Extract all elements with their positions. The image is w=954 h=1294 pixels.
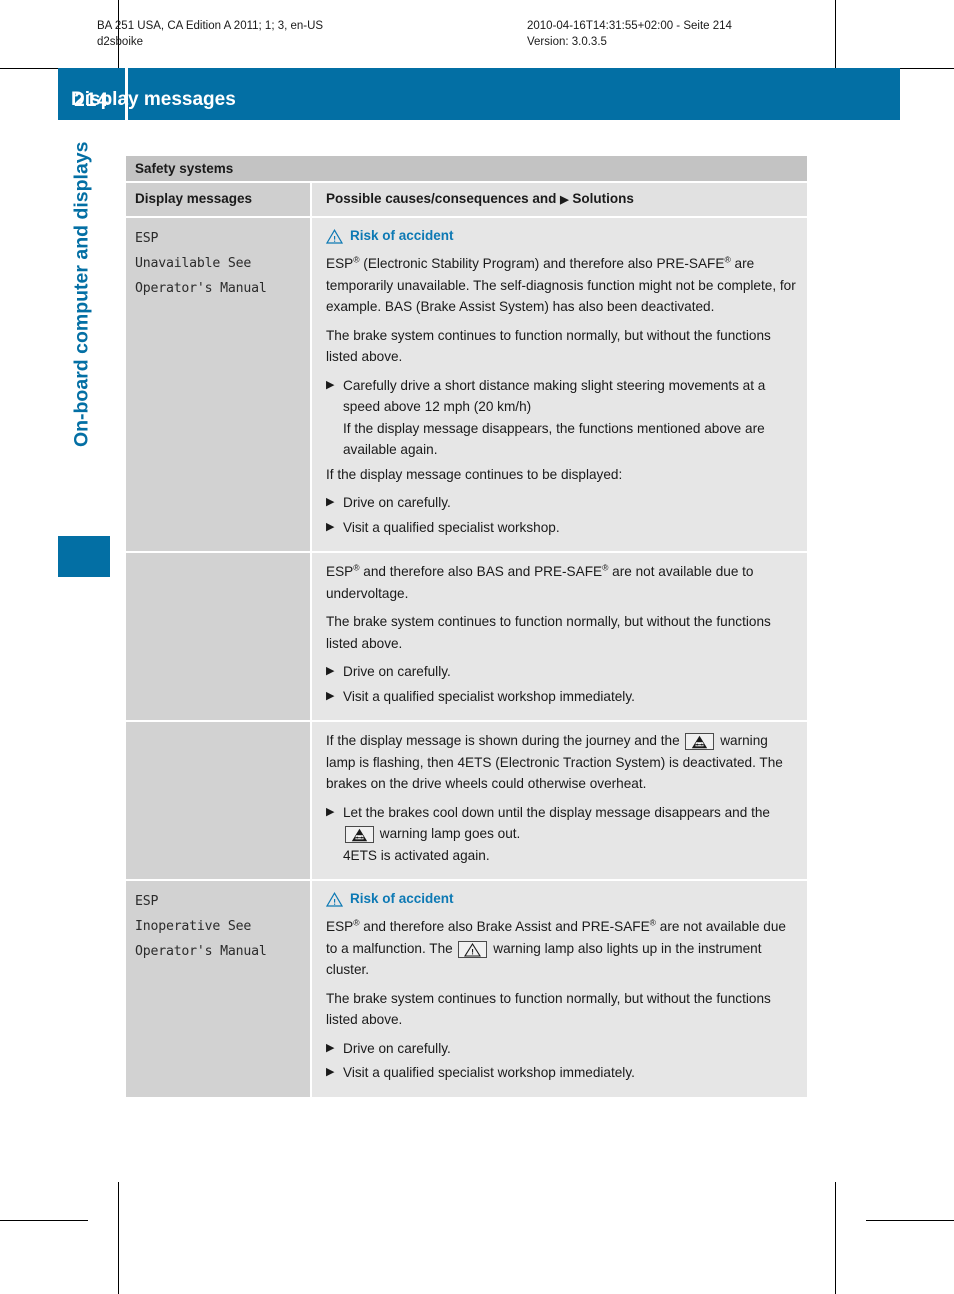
page-title-block xyxy=(128,68,900,120)
table-row: ESP Inoperative See Operator's Manual Ris… xyxy=(126,881,807,1097)
body-paragraph: If the display message continues to be d… xyxy=(326,466,623,482)
crop-mark-right-bottom xyxy=(835,1182,836,1294)
warning-lamp-triangle-icon xyxy=(458,940,488,958)
warning-notice-title: Risk of accident xyxy=(350,891,454,906)
page-header-bar: 214 Display messages xyxy=(58,68,900,120)
print-header-timestamp: 2010-04-16T14:31:55+02:00 - Seite 214 xyxy=(527,20,732,32)
solution-arrow-icon: ▶ xyxy=(560,194,569,206)
print-header-left: BA 251 USA, CA Edition A 2011; 1; 3, en-… xyxy=(97,18,527,50)
bullet-arrow-icon: ▶ xyxy=(326,805,335,818)
solution-bullet: ▶ Drive on carefully. xyxy=(326,661,797,683)
table-header-row: Display messages Possible causes/consequ… xyxy=(126,183,807,216)
warning-triangle-icon xyxy=(326,891,343,907)
column-header-prefix: Possible causes/consequences and xyxy=(326,191,557,206)
solution-bullet: ▶ Drive on carefully. xyxy=(326,492,797,514)
solution-bullet-text: Visit a qualified specialist workshop. xyxy=(343,519,560,535)
bullet-arrow-icon: ▶ xyxy=(326,1066,335,1078)
bullet-arrow-icon: ▶ xyxy=(326,496,335,508)
display-message-cell: ESP Unavailable See Operator's Manual xyxy=(126,218,310,551)
warning-notice-title: Risk of accident xyxy=(350,228,454,243)
body-paragraph: ESP® and therefore also Brake Assist and… xyxy=(326,917,786,977)
registered-trademark-mark: ® xyxy=(724,254,731,265)
bullet-arrow-icon: ▶ xyxy=(326,378,335,391)
registered-trademark-mark: ® xyxy=(353,917,360,928)
solution-bullet-text: Drive on carefully. xyxy=(343,495,451,510)
display-messages-table: Safety systems Display messages Possible… xyxy=(126,156,807,1099)
causes-solutions-cell: Risk of accident ESP® and therefore also … xyxy=(312,881,807,1097)
page-title: Display messages xyxy=(71,89,236,110)
body-paragraph: The brake system continues to function n… xyxy=(326,327,771,365)
solution-bullet: ▶ Visit a qualified specialist workshop i… xyxy=(326,1062,797,1084)
bullet-arrow-icon: ▶ xyxy=(326,1041,335,1054)
solution-bullet-text: Drive on carefully. xyxy=(343,1040,451,1056)
display-message-cell xyxy=(126,553,310,720)
solution-bullet-text: Drive on carefully. xyxy=(343,664,451,679)
display-message-text: ESP Unavailable See Operator's Manual xyxy=(135,231,267,296)
causes-solutions-cell: Risk of accident ESP® (Electronic Stabili… xyxy=(312,218,807,551)
causes-solutions-cell: ESP® and therefore also BAS and PRE-SAFE… xyxy=(312,553,807,720)
body-paragraph: ESP® (Electronic Stability Program) and … xyxy=(326,254,796,314)
chapter-tab-marker xyxy=(58,536,110,577)
solution-bullet: ▶ Drive on carefully. xyxy=(326,1038,797,1060)
display-message-cell xyxy=(126,722,310,879)
solution-bullet-subline: 4ETS is activated again. xyxy=(343,847,490,863)
table-row: ESP Unavailable See Operator's Manual Ris… xyxy=(126,218,807,551)
solution-bullet: ▶ Visit a qualified specialist workshop i… xyxy=(326,686,797,708)
bullet-arrow-icon: ▶ xyxy=(326,665,335,677)
crop-mark-bottom-right xyxy=(866,1220,954,1221)
table-section-title: Safety systems xyxy=(126,156,807,181)
solution-bullet: ▶ Carefully drive a short distance making… xyxy=(326,375,797,461)
crop-mark-left-bottom xyxy=(118,1182,119,1294)
causes-solutions-cell: If the display message is shown during t… xyxy=(312,722,807,879)
bullet-arrow-icon: ▶ xyxy=(326,520,335,533)
solution-bullet-text: Visit a qualified specialist workshop im… xyxy=(343,688,635,704)
warning-triangle-icon xyxy=(326,228,343,244)
registered-trademark-mark: ® xyxy=(353,254,360,265)
solution-bullet-text: Let the brakes cool down until the displ… xyxy=(343,802,797,867)
registered-trademark-mark: ® xyxy=(353,562,360,573)
table-row: If the display message is shown during t… xyxy=(126,722,807,879)
column-header-suffix: Solutions xyxy=(572,191,634,206)
solution-bullet-text: Visit a qualified specialist workshop im… xyxy=(343,1065,635,1080)
solution-bullet-subline: If the display message disappears, the f… xyxy=(343,420,765,458)
table-body: ESP Unavailable See Operator's Manual Ris… xyxy=(126,218,807,1097)
registered-trademark-mark: ® xyxy=(602,562,609,573)
column-header-display-messages: Display messages xyxy=(135,191,253,206)
table-header-cell-messages: Display messages xyxy=(126,183,310,216)
traction-control-lamp-icon xyxy=(345,826,374,843)
table-row: ESP® and therefore also BAS and PRE-SAFE… xyxy=(126,553,807,720)
print-header-version: Version: 3.0.3.5 xyxy=(527,36,607,48)
display-message-cell: ESP Inoperative See Operator's Manual xyxy=(126,881,310,1097)
body-paragraph: ESP® and therefore also BAS and PRE-SAFE… xyxy=(326,562,754,601)
warning-notice: Risk of accident xyxy=(326,889,797,909)
body-paragraph: The brake system continues to function n… xyxy=(326,614,771,651)
warning-notice: Risk of accident xyxy=(326,226,797,246)
registered-trademark-mark: ® xyxy=(649,917,656,928)
print-header-user-id: d2sboike xyxy=(97,36,144,48)
table-header-cell-solutions: Possible causes/consequences and ▶ Solut… xyxy=(312,183,807,216)
solution-bullet: ▶ Visit a qualified specialist workshop. xyxy=(326,517,797,539)
column-header-solutions: Possible causes/consequences and ▶ Solut… xyxy=(326,189,797,210)
bullet-arrow-icon: ▶ xyxy=(326,689,335,702)
print-header-right: 2010-04-16T14:31:55+02:00 - Seite 214 Ve… xyxy=(527,18,887,50)
solution-bullet-text: Carefully drive a short distance making … xyxy=(343,375,797,461)
display-message-text: ESP Inoperative See Operator's Manual xyxy=(135,894,267,959)
chapter-label: On-board computer and displays xyxy=(70,141,93,448)
body-paragraph: If the display message is shown during t… xyxy=(326,733,783,791)
body-paragraph: The brake system continues to function n… xyxy=(326,990,771,1028)
solution-bullet: ▶ Let the brakes cool down until the disp… xyxy=(326,802,797,867)
crop-mark-bottom-left xyxy=(0,1220,88,1221)
traction-control-lamp-icon xyxy=(685,733,715,750)
print-header-document-id: BA 251 USA, CA Edition A 2011; 1; 3, en-… xyxy=(97,20,324,32)
